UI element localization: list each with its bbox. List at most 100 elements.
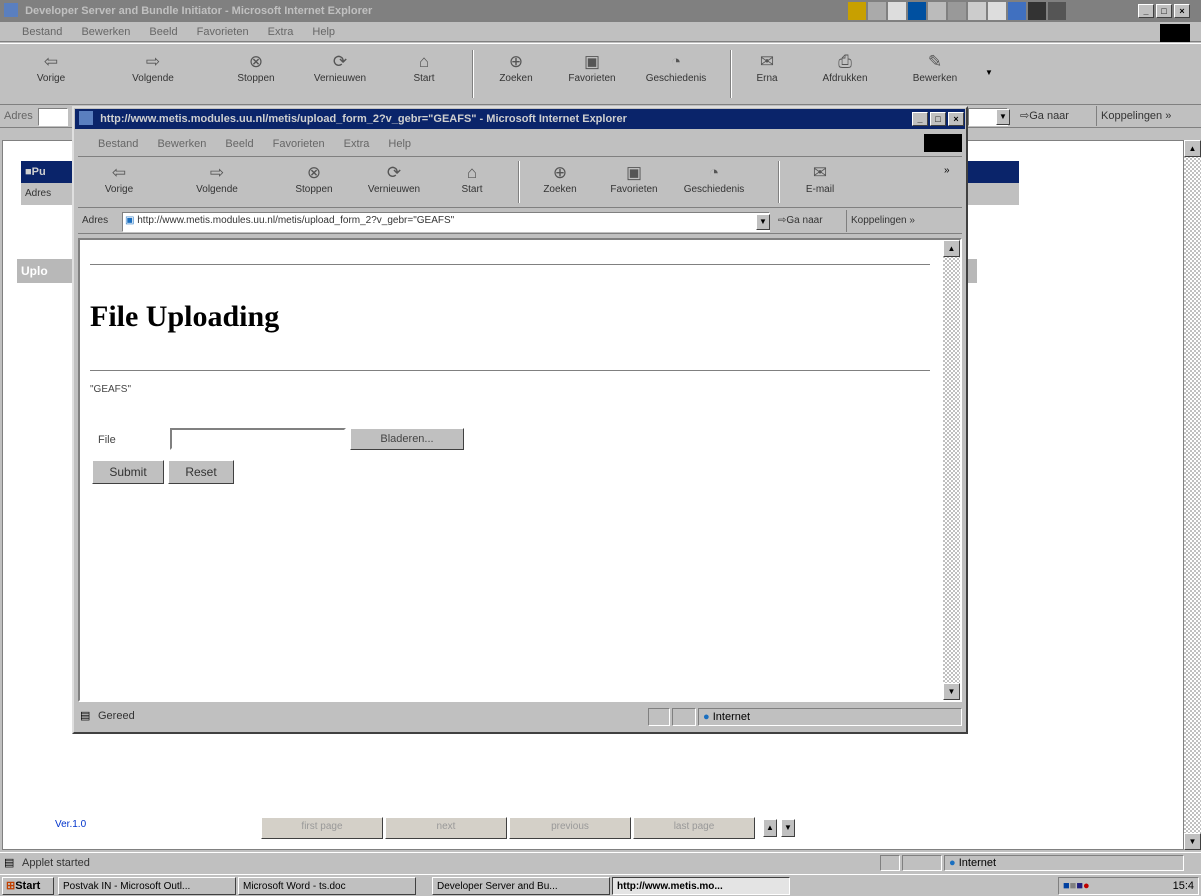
close-button[interactable]: ×: [948, 112, 964, 126]
menu-bestand[interactable]: Bestand: [22, 26, 62, 38]
file-input[interactable]: [170, 428, 346, 450]
taskbar-item-metis[interactable]: http://www.metis.mo...: [612, 877, 790, 895]
clock: 15:4: [1172, 880, 1194, 892]
menu-extra[interactable]: Extra: [268, 26, 294, 38]
user-code: "GEAFS": [90, 384, 131, 395]
scroll-down-icon[interactable]: ▼: [1184, 833, 1201, 850]
back-arrow-icon: ⇦: [111, 163, 127, 182]
submit-button[interactable]: Submit: [92, 460, 164, 484]
taskbar-item-developer-server[interactable]: Developer Server and Bu...: [432, 877, 610, 895]
menu-extra[interactable]: Extra: [344, 138, 370, 150]
next-page-button[interactable]: next: [385, 817, 507, 839]
status-panel: [672, 708, 696, 726]
popup-links-button[interactable]: Koppelingen »: [846, 210, 915, 232]
menu-beeld[interactable]: Beeld: [149, 26, 177, 38]
chevron-down-icon[interactable]: ▼: [756, 214, 770, 230]
history-button[interactable]: ◔ Geschiedenis: [636, 52, 716, 84]
chevron-up-icon[interactable]: ▲: [763, 819, 777, 837]
scroll-up-icon[interactable]: ▲: [1184, 140, 1201, 157]
toolbar-overflow-icon[interactable]: »: [944, 165, 950, 176]
popup-titlebar[interactable]: http://www.metis.modules.uu.nl/metis/upl…: [75, 109, 965, 129]
mail-button[interactable]: ✉ E-mail: [796, 163, 844, 195]
main-vertical-scrollbar[interactable]: [1184, 140, 1201, 850]
main-links-button[interactable]: Koppelingen »: [1096, 106, 1171, 126]
menu-help[interactable]: Help: [388, 138, 411, 150]
scroll-down-icon[interactable]: ▼: [943, 683, 960, 700]
maximize-button[interactable]: □: [930, 112, 946, 126]
menu-favorieten[interactable]: Favorieten: [273, 138, 325, 150]
popup-content: File Uploading "GEAFS" File Bladeren... …: [78, 238, 962, 702]
mail-icon: ✉: [759, 52, 775, 71]
back-button[interactable]: ⇦ Vorige: [28, 52, 74, 84]
version-label: Ver.1.0: [55, 819, 87, 830]
start-button[interactable]: ⊞Start: [2, 877, 54, 895]
taskbar: ⊞Start Postvak IN - Microsoft Outl... Mi…: [0, 874, 1201, 896]
popup-status-text: Gereed: [98, 710, 135, 722]
edit-icon: ✎: [927, 52, 943, 71]
popup-window-title: http://www.metis.modules.uu.nl/metis/upl…: [100, 113, 627, 125]
mail-button[interactable]: ✉ Erna: [745, 52, 789, 84]
favorites-icon: ▣: [583, 52, 601, 71]
history-icon: ◔: [708, 163, 720, 182]
search-icon: ⊕: [552, 163, 568, 182]
refresh-icon: ⟳: [332, 52, 348, 71]
last-page-button[interactable]: last page: [633, 817, 755, 839]
reset-button[interactable]: Reset: [168, 460, 234, 484]
refresh-button[interactable]: ⟳ Vernieuwen: [300, 52, 380, 84]
popup-go-button[interactable]: ⇨Ga naar: [778, 210, 823, 232]
status-panel: [902, 855, 942, 871]
menu-help[interactable]: Help: [312, 26, 335, 38]
close-button[interactable]: ×: [1174, 4, 1190, 18]
history-icon: ◔: [670, 52, 682, 71]
minimize-button[interactable]: _: [1138, 4, 1154, 18]
menu-bestand[interactable]: Bestand: [98, 138, 138, 150]
menu-bewerken[interactable]: Bewerken: [157, 138, 206, 150]
favorites-icon: ▣: [625, 163, 643, 182]
home-button[interactable]: ⌂ Start: [448, 163, 496, 195]
main-address-input[interactable]: [38, 108, 68, 126]
main-window-controls: _ □ ×: [1138, 4, 1190, 18]
refresh-button[interactable]: ⟳ Vernieuwen: [354, 163, 434, 195]
home-button[interactable]: ⌂ Start: [400, 52, 448, 84]
chevron-down-icon[interactable]: ▼: [996, 109, 1010, 125]
horizontal-rule: [90, 264, 930, 266]
search-button[interactable]: ⊕ Zoeken: [490, 52, 542, 84]
go-arrow-icon: ⇨: [1020, 110, 1030, 122]
first-page-button[interactable]: first page: [261, 817, 383, 839]
taskbar-item-outlook[interactable]: Postvak IN - Microsoft Outl...: [58, 877, 236, 895]
browse-button[interactable]: Bladeren...: [350, 428, 464, 450]
main-go-button[interactable]: ⇨Ga naar: [1020, 106, 1069, 126]
popup-address-input[interactable]: ▣ http://www.metis.modules.uu.nl/metis/u…: [122, 212, 770, 232]
forward-button[interactable]: ⇨ Volgende: [120, 52, 186, 84]
system-tray: ■■■● 15:4: [1058, 877, 1199, 895]
horizontal-rule: [90, 370, 930, 372]
minimize-button[interactable]: _: [912, 112, 928, 126]
edit-button[interactable]: ✎ Bewerken: [900, 52, 970, 84]
toolbar-separator: [730, 50, 732, 98]
forward-arrow-icon: ⇨: [145, 52, 161, 71]
menu-favorieten[interactable]: Favorieten: [197, 26, 249, 38]
menu-bewerken[interactable]: Bewerken: [81, 26, 130, 38]
popup-vertical-scrollbar[interactable]: [943, 240, 960, 700]
favorites-button[interactable]: ▣ Favorieten: [560, 52, 624, 84]
print-button[interactable]: ⎙ Afdrukken: [812, 52, 878, 84]
forward-button[interactable]: ⇨ Volgende: [184, 163, 250, 195]
taskbar-item-word[interactable]: Microsoft Word - ts.doc: [238, 877, 416, 895]
chevron-down-icon[interactable]: ▼: [781, 819, 795, 837]
tray-icon: ●: [1082, 880, 1090, 892]
back-button[interactable]: ⇦ Vorige: [96, 163, 142, 195]
history-button[interactable]: ◔ Geschiedenis: [674, 163, 754, 195]
stop-button[interactable]: ⊗ Stoppen: [228, 52, 284, 84]
main-zone-panel: ● Internet: [944, 855, 1184, 871]
search-button[interactable]: ⊕ Zoeken: [534, 163, 586, 195]
scroll-up-icon[interactable]: ▲: [943, 240, 960, 257]
stop-button[interactable]: ⊗ Stoppen: [286, 163, 342, 195]
tray-icon: ■: [1076, 880, 1083, 892]
home-icon: ⌂: [466, 163, 478, 182]
favorites-button[interactable]: ▣ Favorieten: [602, 163, 666, 195]
main-status-text: Applet started: [22, 857, 90, 869]
page-icon: ▤: [4, 857, 15, 869]
maximize-button[interactable]: □: [1156, 4, 1172, 18]
menu-beeld[interactable]: Beeld: [225, 138, 253, 150]
previous-page-button[interactable]: previous: [509, 817, 631, 839]
